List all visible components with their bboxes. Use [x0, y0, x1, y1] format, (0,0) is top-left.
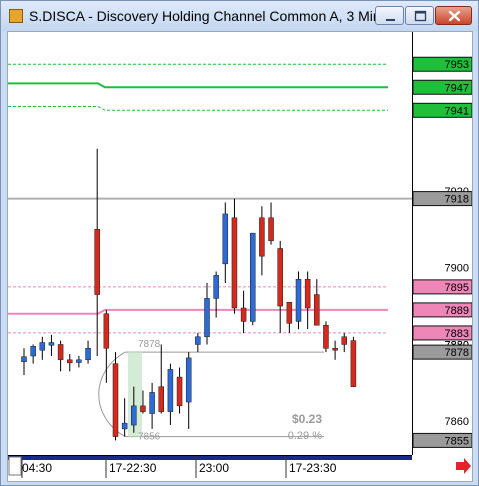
window-title: S.DISCA - Discovery Holding Channel Comm… [29, 8, 381, 24]
candle-down [57, 344, 64, 361]
candle-down [332, 348, 338, 351]
candle-down [94, 229, 100, 295]
time-axis-label: 17-22:30 [109, 461, 157, 475]
candle-down [259, 217, 265, 257]
chart-app-icon[interactable] [9, 9, 23, 23]
price-axis-label: 7900 [445, 263, 469, 275]
candle-down [286, 301, 293, 324]
candle-down [350, 340, 357, 387]
candle-up [85, 348, 91, 361]
price-tag-label: 7855 [445, 435, 469, 447]
candle-up [76, 359, 82, 363]
candle-up [204, 298, 210, 338]
candle-down [112, 363, 119, 437]
price-chart[interactable]: 78787856$0.230.29 % 79207900788078607880… [8, 32, 472, 481]
price-tag-label: 7878 [445, 347, 469, 359]
time-axis-label: 04:30 [22, 461, 52, 475]
candle-up [149, 392, 155, 414]
candle-up [121, 422, 128, 430]
chart-window: S.DISCA - Discovery Holding Channel Comm… [0, 0, 479, 486]
candle-down [323, 325, 329, 349]
candle-down [103, 313, 110, 349]
candle-up [131, 405, 137, 426]
candle-up [195, 336, 201, 345]
candle-down [314, 294, 320, 326]
candle-up [185, 357, 192, 403]
candle-down [67, 359, 73, 364]
time-axis-corner-box[interactable] [8, 456, 22, 476]
price-tag-label: 7953 [445, 59, 469, 71]
plot-area[interactable] [8, 32, 412, 455]
measure-change-label: $0.23 [292, 412, 322, 426]
measure-percent-label: 0.29 % [288, 430, 322, 442]
candle-down [341, 336, 347, 345]
price-tags: 7953 7947 7941 7918 7895 7889 7883 7878 7855 [412, 56, 472, 448]
candle-down [140, 405, 146, 412]
candle-up [21, 356, 27, 362]
chart-area[interactable]: 78787856$0.230.29 % 79207900788078607880… [7, 31, 473, 482]
price-tag-label: 7895 [445, 282, 469, 294]
title-bar[interactable]: S.DISCA - Discovery Holding Channel Comm… [1, 1, 478, 31]
candle-up [250, 232, 256, 322]
measure-low-label: 7856 [138, 432, 161, 443]
candle-up [30, 346, 36, 357]
price-tag-label: 7947 [445, 82, 469, 94]
candle-up [213, 275, 219, 299]
price-tag-label: 7941 [445, 105, 469, 117]
maximize-button[interactable] [405, 6, 434, 25]
candle-down [240, 307, 247, 322]
right-arrow-icon[interactable] [456, 458, 471, 474]
candle-down [304, 278, 311, 309]
minimize-button[interactable] [375, 6, 404, 25]
candle-down [158, 386, 164, 412]
measure-high-label: 7878 [138, 339, 161, 350]
candle-up [39, 342, 46, 351]
price-tag-label: 7889 [445, 305, 469, 317]
candle-down [231, 217, 238, 309]
candle-up [48, 342, 55, 346]
candle-down [268, 217, 274, 242]
time-axis-label: 23:00 [199, 461, 229, 475]
price-tag-label: 7883 [445, 328, 469, 340]
candle-down [176, 376, 183, 407]
candle-down [277, 248, 283, 307]
candle-up [167, 369, 174, 412]
close-icon [448, 10, 461, 22]
candle-up [222, 213, 229, 265]
candle-up [295, 278, 302, 322]
time-scroll-strip[interactable] [8, 456, 412, 460]
price-axis-label: 7860 [445, 416, 469, 428]
maximize-icon [414, 10, 427, 22]
time-axis-label: 17-23:30 [289, 461, 337, 475]
close-button[interactable] [435, 6, 472, 25]
minimize-icon [386, 19, 395, 21]
price-tag-label: 7918 [445, 194, 469, 206]
